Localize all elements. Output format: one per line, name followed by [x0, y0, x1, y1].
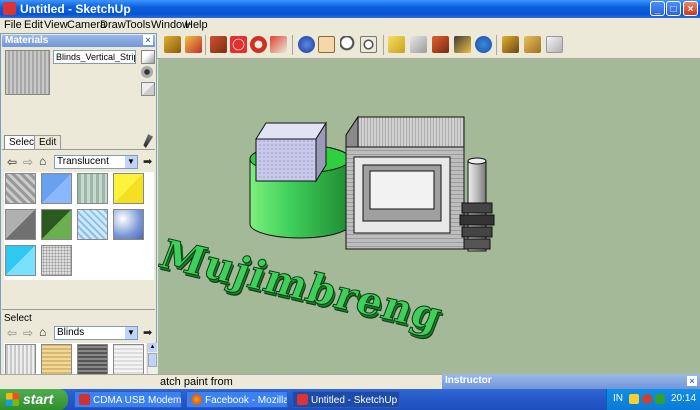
- taskbar-item-cdma-label: CDMA USB Modem: [93, 395, 182, 406]
- swatch-translucent-yellow[interactable]: [113, 173, 144, 204]
- menu-edit[interactable]: Edit: [24, 19, 43, 31]
- default-material-icon[interactable]: [141, 82, 155, 96]
- swatch-translucent-gray[interactable]: [5, 209, 36, 240]
- instructor-title: Instructor: [445, 375, 492, 386]
- menu-help[interactable]: Help: [185, 19, 208, 31]
- share-model-icon[interactable]: [546, 36, 563, 53]
- chevron-down-icon: ▼: [125, 156, 137, 168]
- tray-icon-2[interactable]: [642, 394, 652, 404]
- forward-arrow-icon[interactable]: ⇨: [23, 155, 33, 169]
- back-arrow-icon[interactable]: ⇦: [7, 155, 17, 169]
- sample-paint-eyedropper-icon[interactable]: [143, 134, 153, 148]
- start-label: start: [23, 391, 54, 407]
- library-select-top-value: Translucent: [57, 156, 109, 167]
- menu-draw[interactable]: Draw: [100, 19, 126, 31]
- menu-view[interactable]: View: [44, 19, 68, 31]
- components-icon[interactable]: [502, 36, 519, 53]
- minimize-button[interactable]: _: [650, 1, 665, 16]
- swatch-translucent-green[interactable]: [41, 209, 72, 240]
- start-button[interactable]: start: [0, 389, 68, 410]
- status-bar: atch paint from: [0, 374, 442, 390]
- title-bar: Untitled - SketchUp _ □ ×: [0, 0, 700, 18]
- orbit-icon[interactable]: [298, 36, 315, 53]
- position-camera-icon[interactable]: [388, 36, 405, 53]
- swatch-translucent-glass-block[interactable]: [5, 173, 36, 204]
- language-indicator[interactable]: IN: [613, 393, 623, 404]
- swatch-blinds-vertical[interactable]: [5, 344, 36, 375]
- close-icon[interactable]: ×: [687, 376, 697, 386]
- material-swatch-grid-top: [4, 172, 154, 280]
- select-tool-icon[interactable]: [164, 36, 181, 53]
- modeling-viewport[interactable]: Mujimbreng: [158, 59, 700, 374]
- firefox-icon: [191, 394, 202, 405]
- library-select-bottom-value: Blinds: [57, 327, 85, 338]
- modem-icon: [79, 394, 90, 405]
- details-arrow-icon[interactable]: ➡: [143, 155, 152, 168]
- taskbar: start CDMA USB Modem Facebook - Mozilla …: [0, 389, 700, 410]
- swatch-blinds-dark[interactable]: [77, 344, 108, 375]
- maximize-button[interactable]: □: [666, 1, 681, 16]
- home-icon[interactable]: ⌂: [39, 154, 46, 168]
- zoom-extents-icon[interactable]: [360, 36, 377, 53]
- look-around-icon[interactable]: [410, 36, 427, 53]
- close-icon[interactable]: ×: [143, 35, 153, 45]
- instructor-panel: Instructor ×: [442, 374, 700, 389]
- offset-icon[interactable]: [270, 36, 287, 53]
- tray-icon-3[interactable]: [655, 394, 665, 404]
- chevron-down-icon: ▼: [125, 327, 137, 339]
- swatch-translucent-blue[interactable]: [41, 173, 72, 204]
- forward-arrow-icon[interactable]: ⇨: [23, 326, 33, 340]
- library-select-top[interactable]: Translucent ▼: [54, 155, 138, 169]
- taskbar-item-sketchup-label: Untitled - SketchUp: [311, 395, 398, 406]
- get-models-icon[interactable]: [524, 36, 541, 53]
- google-earth-icon[interactable]: [475, 36, 492, 53]
- materials-panel-title: Materials: [5, 35, 49, 46]
- swatch-translucent-cyan[interactable]: [5, 245, 36, 276]
- swatch-blinds-wood[interactable]: [41, 344, 72, 375]
- tray-icon-1[interactable]: [629, 394, 639, 404]
- tab-edit[interactable]: Edit: [34, 135, 62, 150]
- windows-logo-icon: [6, 393, 19, 406]
- menu-tools[interactable]: Tools: [125, 19, 151, 31]
- swatch-translucent-sky[interactable]: [113, 209, 144, 240]
- zoom-icon[interactable]: [340, 36, 357, 53]
- status-text: atch paint from: [160, 376, 233, 388]
- back-arrow-icon[interactable]: ⇦: [7, 326, 17, 340]
- system-tray: IN 20:14: [606, 389, 700, 410]
- taskbar-item-firefox[interactable]: Facebook - Mozilla Fir...: [186, 391, 288, 408]
- paint-bucket-icon[interactable]: [185, 36, 202, 53]
- walk-icon[interactable]: [432, 36, 449, 53]
- sketchup-app-icon[interactable]: [3, 2, 16, 15]
- push-pull-icon[interactable]: [210, 36, 227, 53]
- rotate-icon[interactable]: [250, 36, 267, 53]
- taskbar-item-sketchup[interactable]: Untitled - SketchUp: [292, 391, 400, 408]
- swatch-translucent-stripe[interactable]: [77, 173, 108, 204]
- library-select-bottom[interactable]: Blinds ▼: [54, 326, 138, 340]
- display-secondary-icon[interactable]: [141, 50, 155, 64]
- details-arrow-icon[interactable]: ➡: [143, 326, 152, 339]
- swatch-blinds-white[interactable]: [113, 344, 144, 375]
- menu-file[interactable]: File: [4, 19, 22, 31]
- select-section-label: Select: [4, 313, 32, 324]
- materials-panel-header: Materials ×: [2, 35, 155, 47]
- create-material-icon[interactable]: [141, 66, 153, 78]
- swatch-translucent-frosted[interactable]: [77, 209, 108, 240]
- current-material-preview: [5, 50, 50, 95]
- pan-hand-icon[interactable]: [318, 36, 335, 53]
- home-icon[interactable]: ⌂: [39, 325, 46, 339]
- sketchup-icon: [297, 394, 308, 405]
- material-name-field[interactable]: Blinds_Vertical_Stripe_G: [53, 50, 136, 64]
- section-plane-icon[interactable]: [454, 36, 471, 53]
- window-title: Untitled - SketchUp: [20, 2, 131, 16]
- move-icon[interactable]: [230, 36, 247, 53]
- materials-panel: Materials × Blinds_Vertical_Stripe_G Sel…: [0, 33, 157, 385]
- menu-bar: File Edit View Camera Draw Tools Window …: [0, 18, 700, 33]
- close-button[interactable]: ×: [683, 1, 698, 16]
- taskbar-item-firefox-label: Facebook - Mozilla Fir...: [205, 395, 288, 406]
- clock: 20:14: [671, 393, 697, 404]
- taskbar-item-cdma[interactable]: CDMA USB Modem: [74, 391, 182, 408]
- swatch-translucent-speckle[interactable]: [41, 245, 72, 276]
